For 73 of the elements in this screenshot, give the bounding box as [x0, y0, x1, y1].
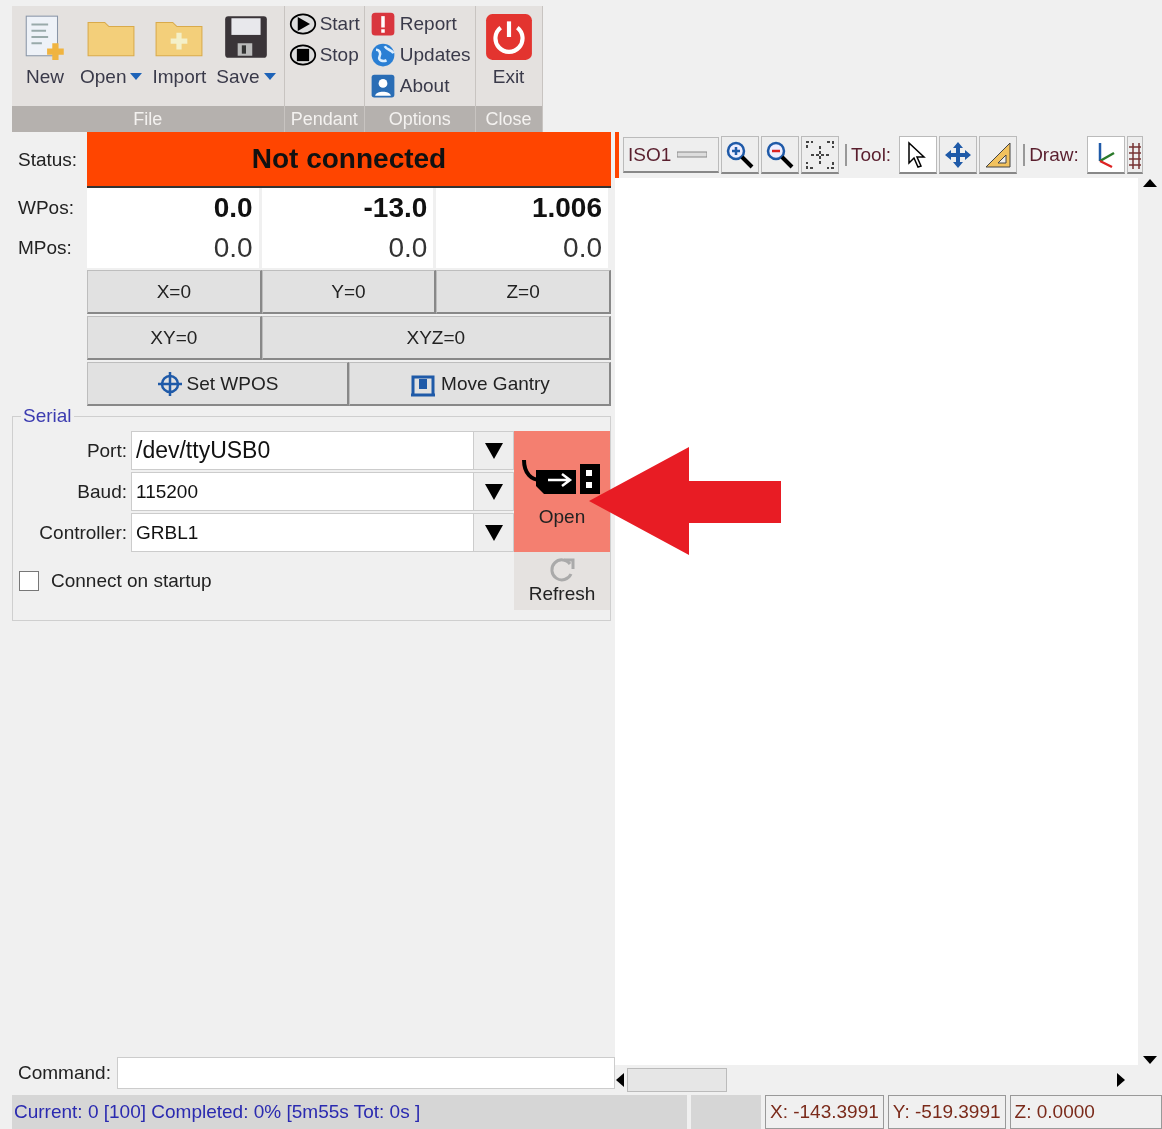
checkbox[interactable]	[19, 571, 39, 591]
dropdown-icon	[484, 483, 503, 500]
zoom-out-icon	[765, 139, 795, 170]
dropdown-icon	[484, 442, 503, 459]
dropdown-icon	[484, 524, 503, 541]
ribbon-button[interactable]: About	[368, 70, 471, 101]
command-field[interactable]	[116, 1057, 615, 1089]
field-label: Baud:	[76, 480, 128, 503]
ribbon-button[interactable]: Stop	[288, 39, 360, 70]
tool-label: Tool:	[845, 144, 898, 166]
power-icon	[483, 12, 534, 62]
refresh-icon	[548, 557, 576, 583]
status-label: Status:	[17, 149, 79, 171]
tool-button[interactable]	[939, 136, 978, 174]
ribbon-button[interactable]: Import	[150, 10, 209, 106]
zero-button[interactable]: XYZ=0	[261, 316, 611, 360]
caret-icon	[263, 73, 276, 81]
z-coordinate: Z: 0.0000	[1009, 1095, 1162, 1129]
scroll-thumb[interactable]	[627, 1068, 727, 1092]
caret-icon	[130, 73, 143, 81]
ribbon-button[interactable]: Report	[368, 8, 471, 39]
fit-view-button[interactable]	[801, 136, 839, 174]
zoom-in-button[interactable]	[721, 136, 759, 174]
ribbon-button[interactable]: Updates	[368, 39, 471, 70]
draw-button[interactable]	[1086, 136, 1125, 174]
position-label: WPos:	[17, 197, 75, 219]
ribbon-button[interactable]: Exit	[481, 10, 536, 106]
connection-status: Not connected	[87, 132, 611, 188]
position-label: MPos:	[17, 237, 73, 259]
draw-button[interactable]	[1126, 136, 1143, 174]
field-label: Controller:	[38, 521, 128, 544]
status-panel	[691, 1095, 761, 1129]
ribbon-group-label: Close	[475, 106, 542, 132]
ribbon-button[interactable]: Open	[78, 10, 145, 106]
draw-label: Draw:	[1023, 144, 1085, 166]
scroll-up-icon[interactable]	[1143, 178, 1157, 188]
zoom-out-button[interactable]	[761, 136, 799, 174]
fit-icon	[805, 139, 835, 170]
scroll-right-icon[interactable]	[1116, 1073, 1126, 1087]
dropdown-button[interactable]	[473, 514, 513, 551]
ribbon-button[interactable]: New	[18, 10, 72, 106]
progress-status: Current: 0 [100] Completed: 0% [5m55s Tot: 0s ]	[12, 1095, 687, 1129]
zero-button[interactable]: XY=0	[87, 316, 262, 360]
view-select[interactable]: ISO1	[623, 137, 719, 173]
ribbon-button[interactable]: Start	[288, 8, 360, 39]
zero-button[interactable]: X=0	[87, 270, 262, 314]
combo-box[interactable]: GRBL1	[131, 513, 514, 552]
move-icon	[944, 140, 973, 169]
dropdown-button[interactable]	[473, 473, 513, 510]
zero-button[interactable]: Z=0	[436, 270, 611, 314]
x-coordinate: X: -143.3991	[765, 1095, 884, 1129]
checkbox-label: Connect on startup	[51, 570, 212, 592]
dropdown-button[interactable]	[473, 432, 513, 469]
combo-box[interactable]: 115200	[131, 472, 514, 511]
field-label: Port:	[85, 439, 128, 462]
command-label: Command:	[17, 1062, 111, 1084]
y-coordinate: Y: -519.3991	[887, 1095, 1006, 1129]
zero-button[interactable]: Y=0	[261, 270, 437, 314]
zero-button[interactable]: Set WPOS	[87, 362, 349, 406]
ribbon-button[interactable]: Save	[214, 10, 278, 106]
ribbon-group-label: File	[12, 106, 284, 132]
refresh-button[interactable]: Refresh	[514, 552, 610, 610]
tool-button[interactable]	[899, 136, 938, 174]
zoom-in-icon	[725, 139, 755, 170]
dropdown-bar-icon	[677, 150, 708, 159]
crosshair-icon	[156, 370, 183, 397]
ribbon-group-label: Options	[364, 106, 475, 132]
grid-icon	[1128, 140, 1141, 169]
open-button[interactable]: Open	[514, 431, 610, 552]
combo-box[interactable]: /dev/ttyUSB0	[131, 431, 514, 470]
tool-button[interactable]	[979, 136, 1018, 174]
zero-button[interactable]: Move Gantry	[349, 362, 611, 406]
ribbon-group-label: Pendant	[284, 106, 364, 132]
